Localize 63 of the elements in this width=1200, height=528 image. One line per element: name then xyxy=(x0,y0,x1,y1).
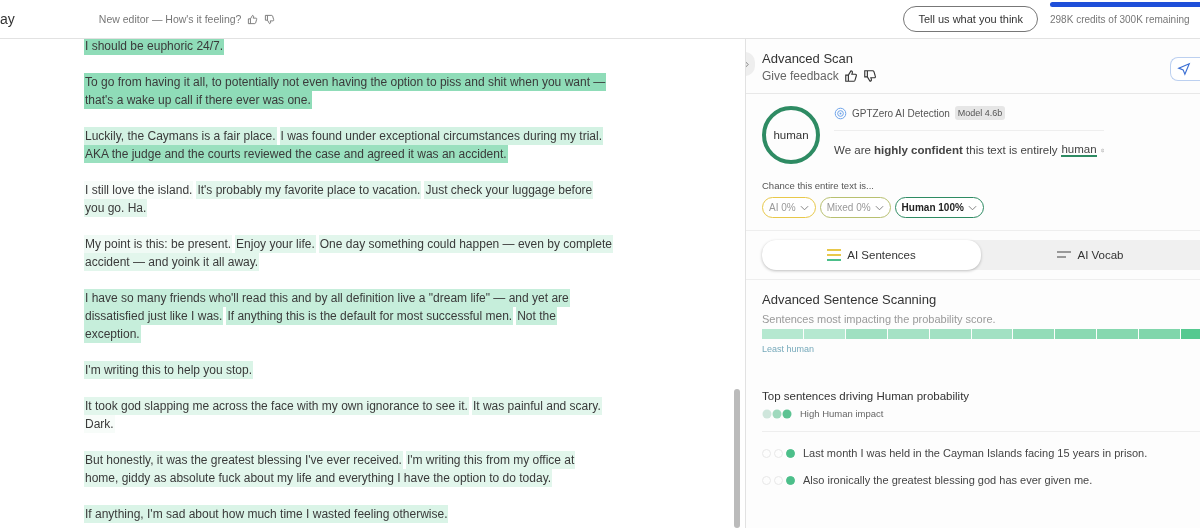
highlighted-sentence: Just check your luggage before xyxy=(424,181,594,199)
chevron-down-icon xyxy=(967,204,977,211)
thumbs-up-icon[interactable] xyxy=(843,69,858,83)
highlighted-sentence: I still love the island. xyxy=(84,181,194,199)
highlighted-sentence: I'm writing this to help you stop. xyxy=(84,361,254,379)
highlighted-sentence: I was found under exceptional circumstances during my trial. xyxy=(279,127,604,145)
chevron-down-icon xyxy=(799,204,809,211)
highlighted-sentence: It took god slapping me across the face with my own ignorance to see it. xyxy=(84,397,469,415)
highlighted-sentence: dissatisfied just like I was. xyxy=(84,307,224,325)
verdict-word[interactable]: human xyxy=(1061,143,1097,157)
send-icon xyxy=(1177,62,1191,76)
highlighted-sentence: that's a wake up call if there ever was one. xyxy=(84,91,312,109)
highlighted-sentence: I'm writing this from my office at xyxy=(405,451,576,469)
score-chip[interactable]: Human 100% xyxy=(894,197,984,218)
highlighted-sentence: If anything, I'm sad about how much time I wasted feeling otherwise. xyxy=(84,505,449,523)
highlighted-sentence: accident — and yoink it all away. xyxy=(84,253,260,271)
section-title: Top sentences driving Human probability xyxy=(762,390,971,402)
highlighted-sentence: Luckily, the Caymans is a fair place. xyxy=(84,127,277,145)
detector-name: GPTZero AI Detection xyxy=(852,107,950,119)
highlighted-sentence: To go from having it all, to potentially not even having the option to piss and shit when you want — xyxy=(84,73,607,91)
highlighted-sentence: It was painful and scary. xyxy=(471,397,602,415)
highlighted-sentence: I have so many friends who'll read this and by all definition live a "dream life" — and yet are xyxy=(84,289,570,307)
thumbs-up-icon[interactable] xyxy=(247,13,259,25)
thumbs-down-icon[interactable] xyxy=(862,69,877,83)
thumbs-down-icon[interactable] xyxy=(264,13,276,25)
panel-title: Advanced Scan xyxy=(762,51,855,66)
scrollbar[interactable] xyxy=(734,389,740,528)
verdict-text: We are highly confident this text is entirely xyxy=(834,144,1058,156)
highlighted-sentence: Not the xyxy=(516,307,557,325)
tab[interactable]: AI Vocab xyxy=(981,240,1200,270)
give-feedback-label: Give feedback xyxy=(762,69,839,83)
top-sentence[interactable]: Last month I was held in the Cayman Islands facing 15 years in prison. xyxy=(803,447,1148,459)
document-title: ay xyxy=(0,11,15,27)
highlighted-sentence: One day something could happen — even by complete xyxy=(318,235,613,253)
send-button[interactable] xyxy=(1170,57,1200,81)
highlighted-sentence: If anything this is the default for most successful men. xyxy=(226,307,514,325)
highlighted-sentence: My point is this: be present. xyxy=(84,235,233,253)
legend-label: High Human impact xyxy=(800,408,884,419)
detector-logo-icon xyxy=(834,106,847,120)
highlighted-sentence: But honestly, it was the greatest blessing I've ever received. xyxy=(84,451,403,469)
impact-dots-icon xyxy=(762,408,792,419)
scale-label: Least human xyxy=(762,344,816,354)
highlighted-sentence: AKA the judge and the courts reviewed the case and agreed it was an accident. xyxy=(84,145,508,163)
highlighted-sentence: Enjoy your life. xyxy=(235,235,316,253)
editor-feedback-prompt: New editor — How's it feeling? xyxy=(98,13,242,25)
section-subtitle: Sentences most impacting the probability score. xyxy=(762,313,997,325)
highlighted-sentence: exception. xyxy=(84,325,141,343)
lines-icon xyxy=(827,249,842,261)
highlighted-sentence: home, giddy as absolute fuck about my life and everything I have the option to do today. xyxy=(84,469,553,487)
result-ring: human xyxy=(762,106,820,164)
top-sentence[interactable]: Also ironically the greatest blessing god has ever given me. xyxy=(803,474,1093,486)
feedback-button[interactable]: Tell us what you think xyxy=(903,6,1038,32)
highlighted-sentence: you go. Ha. xyxy=(84,199,148,217)
chance-label: Chance this entire text is... xyxy=(761,179,875,193)
tab[interactable]: AI Sentences xyxy=(762,240,981,270)
section-title: Advanced Sentence Scanning xyxy=(762,292,938,307)
highlighted-sentence: It's probably my favorite place to vacation. xyxy=(196,181,422,199)
highlighted-sentence: Dark. xyxy=(84,415,115,433)
model-badge: Model 4.6b xyxy=(954,106,1006,120)
highlighted-sentence: I should be euphoric 24/7. xyxy=(84,39,225,55)
chevron-down-icon xyxy=(874,204,884,211)
credits-text: 298K credits of 300K remaining xyxy=(1050,13,1191,25)
lines-icon xyxy=(1057,251,1072,259)
